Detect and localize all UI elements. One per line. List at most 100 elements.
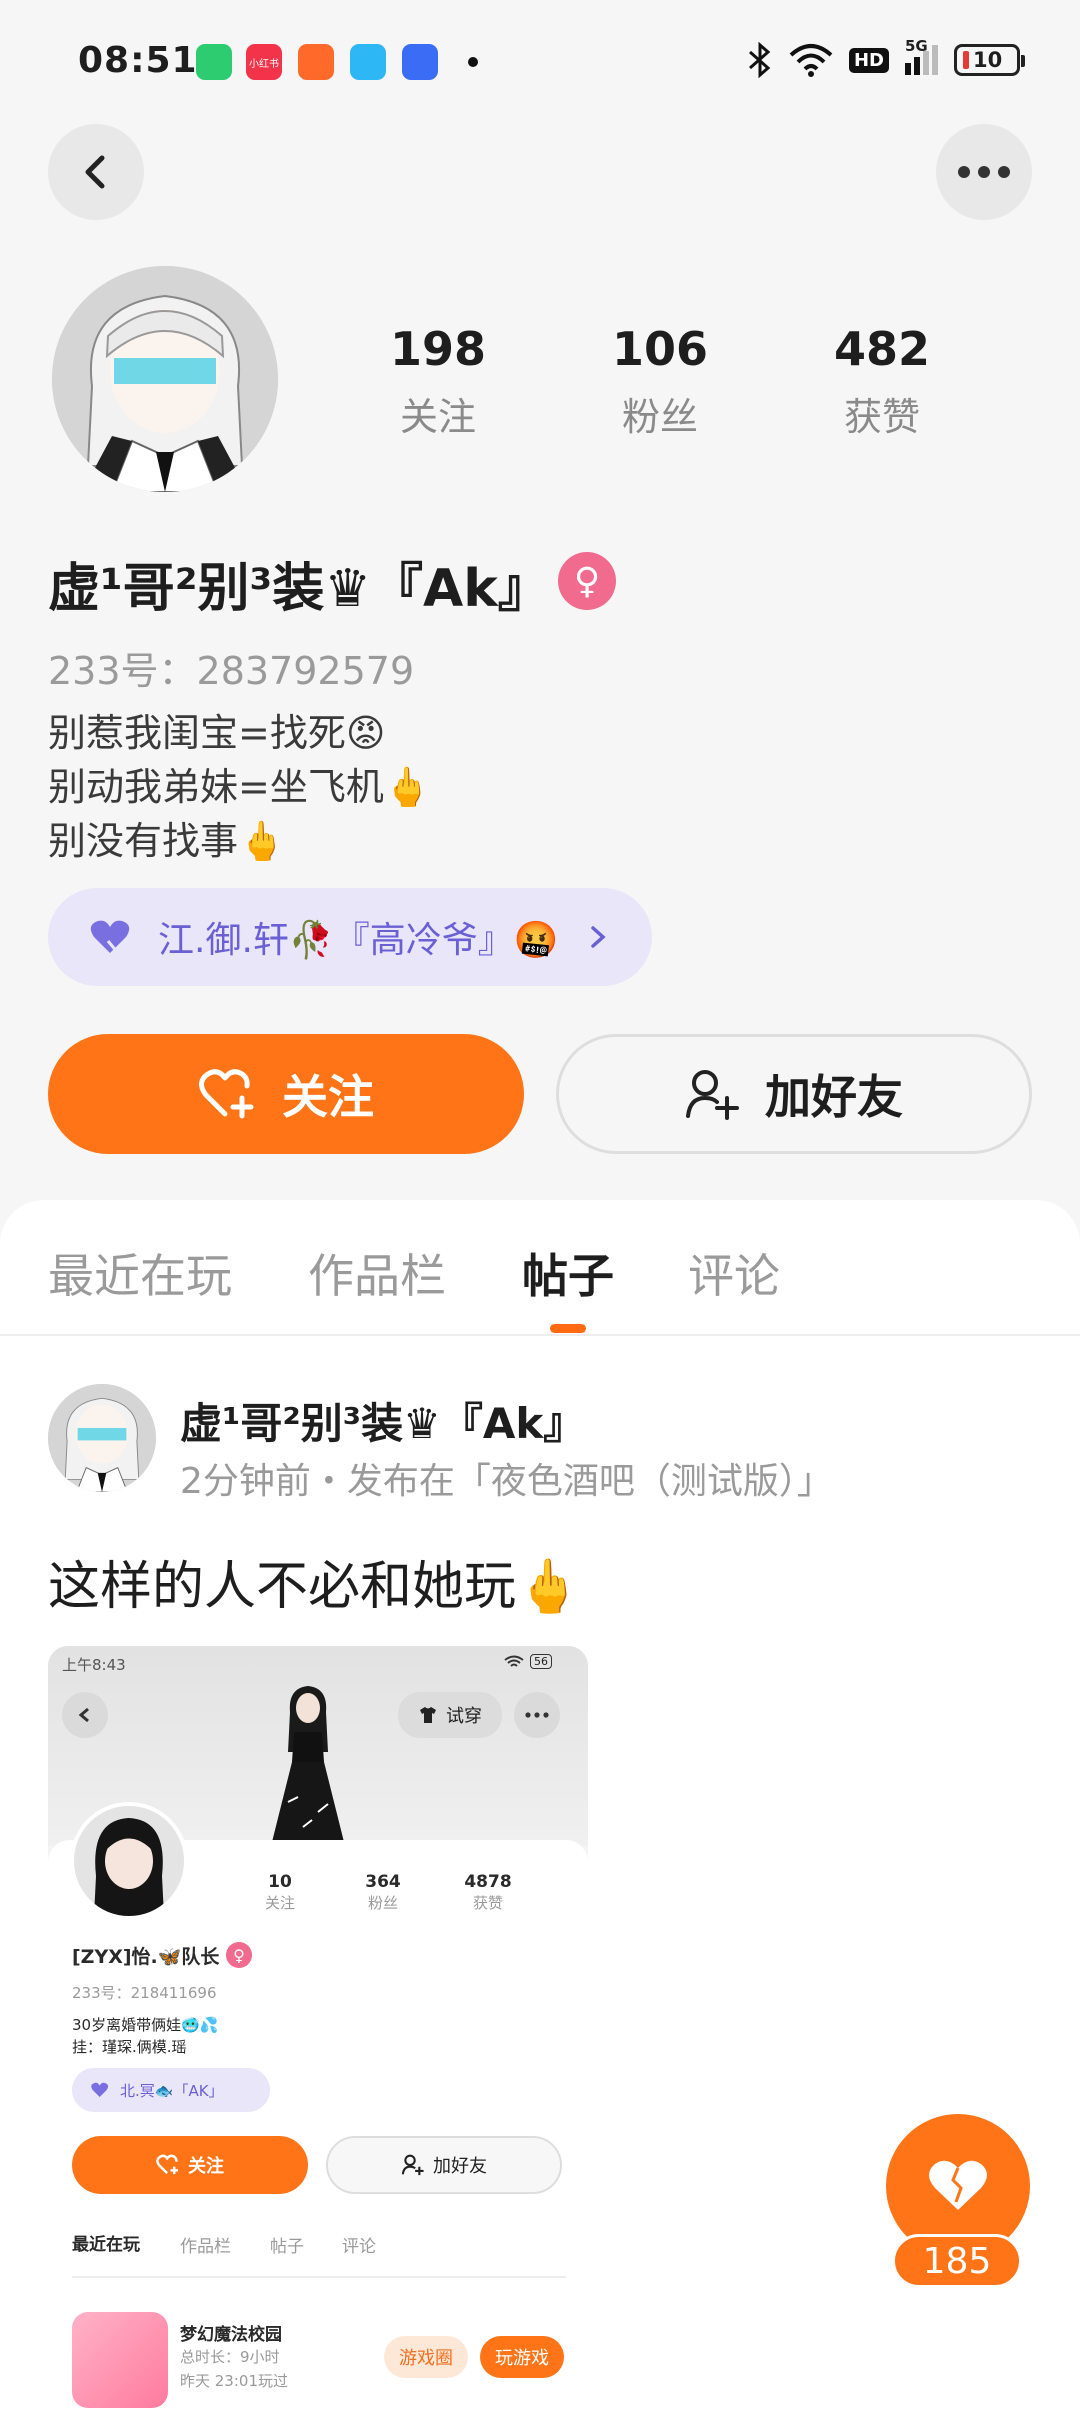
- game-name: 梦幻魔法校园: [180, 2325, 282, 2345]
- screenshot-battery: 56: [530, 1654, 552, 1669]
- baidu-app-icon: [402, 44, 438, 80]
- bio-line: 别没有找事🖕: [48, 819, 286, 863]
- screenshot-follow-label: 关注: [188, 2156, 224, 2177]
- post-meta[interactable]: 2分钟前・发布在「夜色酒吧（测试版）」: [180, 1452, 833, 1504]
- screenshot-likes-count: 4878: [464, 1872, 512, 1892]
- tab-comments[interactable]: 评论: [688, 1240, 780, 1306]
- screenshot-add-friend-label: 加好友: [433, 2156, 487, 2177]
- screenshot-back-button: [62, 1692, 108, 1738]
- xiaohongshu-app-icon: 小红书: [246, 44, 282, 80]
- screenshot-try-on-button: 试穿: [398, 1692, 502, 1738]
- character-figure: [272, 1686, 344, 1842]
- game-duration: 总时长：9小时: [180, 2348, 280, 2366]
- like-count-badge: 185: [892, 2234, 1022, 2288]
- screenshot-uid: 233号：218411696: [72, 1984, 217, 2002]
- tabs-divider: [0, 1334, 1080, 1336]
- try-on-label: 试穿: [446, 1706, 482, 1727]
- avatar-illustration: [52, 266, 278, 492]
- ellipsis-icon: [525, 1712, 549, 1718]
- chevron-left-icon: [78, 1707, 89, 1723]
- screenshot-stat-following: 10 关注: [248, 1872, 312, 1913]
- screenshot-tab-comments: 评论: [342, 2237, 376, 2257]
- shirt-icon: [420, 1707, 436, 1723]
- screenshot-tab-recent: 最近在玩: [72, 2235, 140, 2255]
- wifi-icon: [504, 1655, 524, 1667]
- profile-bio: 别惹我闺宝=找死😡 别动我弟妹=坐飞机🖕 别没有找事🖕: [48, 706, 431, 868]
- screenshot-following-count: 10: [268, 1872, 292, 1892]
- screenshot-likes-label: 获赞: [472, 1894, 503, 1912]
- heart-plus-icon: [156, 2154, 178, 2175]
- avatar-illustration: [48, 1384, 156, 1492]
- battery-level: 10: [973, 48, 1003, 72]
- play-game-button: 玩游戏: [480, 2336, 564, 2378]
- screenshot-following-label: 关注: [264, 1894, 295, 1912]
- tab-recently-played[interactable]: 最近在玩: [48, 1240, 232, 1306]
- screenshot-fans-count: 364: [365, 1872, 401, 1892]
- screenshot-avatar: [70, 1802, 188, 1920]
- post-image[interactable]: 上午8:43 56 试穿 10 关注 364 粉丝 4878 获赞 [ZYX]怡…: [48, 1646, 588, 2412]
- stat-fans[interactable]: 106 粉丝: [570, 322, 750, 441]
- battery-saver-app-icon: [196, 44, 232, 80]
- profile-avatar[interactable]: [52, 266, 278, 492]
- status-time: 08:51: [78, 40, 198, 81]
- female-gender-icon: ♀: [558, 552, 616, 610]
- bio-line: 别动我弟妹=坐飞机🖕: [48, 765, 432, 809]
- battery-icon: 10: [954, 44, 1025, 76]
- screenshot-fans-label: 粉丝: [367, 1894, 398, 1912]
- wifi-icon: [789, 44, 833, 77]
- post-author-name[interactable]: 虚¹哥²别³装♛『Ak』: [180, 1390, 585, 1451]
- fans-label: 粉丝: [621, 395, 698, 439]
- screenshot-time: 上午8:43: [62, 1656, 126, 1674]
- profile-uid[interactable]: 233号：283792579: [48, 640, 414, 695]
- chevron-right-icon: [590, 926, 606, 948]
- add-friend-label: 加好友: [765, 1070, 903, 1124]
- bio-line: 挂：瑾琛.俩模.瑶: [72, 2038, 187, 2056]
- notification-dot-icon: [468, 57, 478, 67]
- avatar-illustration: [74, 1806, 184, 1916]
- ellipsis-icon: [958, 166, 1010, 178]
- heart-icon: [929, 2160, 987, 2210]
- screenshot-tab-posts: 帖子: [270, 2237, 304, 2257]
- game-last-played: 昨天 23:01玩过: [180, 2372, 288, 2390]
- tab-works[interactable]: 作品栏: [308, 1240, 446, 1306]
- add-user-icon: [401, 2154, 424, 2176]
- back-button[interactable]: [48, 124, 144, 220]
- cp-relation-pill[interactable]: 江.御.轩🥀『高冷爷』🤬: [48, 888, 652, 986]
- screenshot-divider: [72, 2276, 566, 2278]
- game-thumbnail: [72, 2312, 168, 2408]
- video-app-icon: [350, 44, 386, 80]
- following-label: 关注: [399, 395, 476, 439]
- stat-likes[interactable]: 482 获赞: [792, 322, 972, 441]
- add-user-icon: [686, 1070, 739, 1120]
- status-indicators: HD 5G 10: [747, 37, 1025, 80]
- follow-button[interactable]: 关注: [48, 1034, 524, 1154]
- bio-line: 30岁离婚带俩娃🥶💦: [72, 2016, 219, 2034]
- status-bar: 08:51 小红书 HD 5G 10: [0, 0, 1080, 120]
- add-friend-button[interactable]: 加好友: [556, 1034, 1032, 1154]
- post-text: 这样的人不必和她玩🖕: [48, 1557, 581, 1617]
- screenshot-status: 56: [504, 1654, 552, 1669]
- post-author-avatar[interactable]: [48, 1384, 156, 1492]
- active-tab-indicator: [550, 1324, 586, 1333]
- screenshot-stat-fans: 364 粉丝: [346, 1872, 420, 1913]
- more-options-button[interactable]: [936, 124, 1032, 220]
- profile-nickname: 虚¹哥²别³装♛『Ak』: [48, 559, 550, 619]
- heart-plus-icon: [199, 1069, 254, 1119]
- stat-following[interactable]: 198 关注: [348, 322, 528, 441]
- cp-name: 江.御.轩🥀『高冷爷』🤬: [158, 920, 559, 961]
- likes-label: 获赞: [843, 395, 920, 439]
- tab-posts[interactable]: 帖子: [522, 1240, 614, 1306]
- double-heart-icon: [91, 2082, 109, 2098]
- screenshot-add-friend-button: 加好友: [326, 2136, 562, 2194]
- grid-app-icon: [298, 44, 334, 80]
- screenshot-stat-likes: 4878 获赞: [448, 1872, 528, 1913]
- game-circle-button: 游戏圈: [384, 2336, 468, 2378]
- likes-count: 482: [833, 322, 931, 376]
- bluetooth-icon: [748, 42, 771, 78]
- screenshot-more-button: [514, 1692, 560, 1738]
- screenshot-nickname: [ZYX]怡.🦋队长: [72, 1946, 220, 1968]
- screenshot-cp-name: 北.冥🐟「AK」: [120, 2081, 224, 2100]
- screenshot-follow-button: 关注: [72, 2136, 308, 2194]
- following-count: 198: [389, 322, 487, 376]
- hd-badge: HD: [848, 47, 889, 73]
